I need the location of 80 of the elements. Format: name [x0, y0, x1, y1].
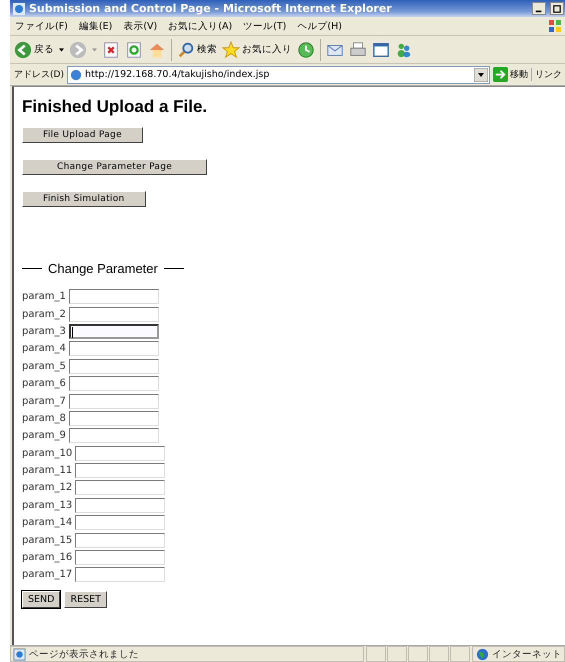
search-button[interactable]: 検索 [177, 40, 217, 58]
input-field[interactable] [68, 306, 159, 322]
field-label: param_10 [22, 448, 72, 459]
field-label: param_2 [22, 308, 66, 320]
dropdown-arrow-icon[interactable] [59, 48, 64, 52]
field-label: param_3 [22, 326, 66, 337]
refresh-icon[interactable] [125, 40, 143, 58]
stop-icon[interactable] [102, 40, 120, 58]
field-label: param_9 [22, 430, 66, 442]
messenger-icon[interactable] [395, 40, 413, 58]
status-panel [366, 646, 386, 662]
history-icon[interactable] [297, 40, 315, 58]
printer-icon[interactable] [349, 40, 367, 58]
browser-icon [12, 2, 26, 16]
input-field[interactable] [75, 463, 166, 478]
globe-icon [476, 648, 489, 660]
back-button[interactable]: 戻る [14, 40, 54, 58]
go-arrow-icon [493, 67, 508, 82]
input-field[interactable] [75, 532, 166, 548]
minimize-button[interactable] [532, 2, 546, 15]
window-title: Submission and Control Page - Microsoft Internet Explorer [29, 2, 392, 15]
nav-button[interactable]: File Upload Page [22, 127, 143, 143]
go-button[interactable]: 移動 [493, 67, 528, 82]
send-button[interactable]: SEND [22, 590, 60, 608]
field-label: param_5 [22, 360, 66, 372]
input-field[interactable] [68, 410, 159, 426]
menu-item[interactable]: 表示(V) [123, 20, 158, 32]
section-title: Change Parameter [48, 261, 158, 276]
menu-item[interactable]: 編集(E) [78, 20, 112, 32]
input-field[interactable] [68, 376, 159, 392]
field-label: param_4 [22, 343, 66, 354]
input-field[interactable] [75, 515, 166, 530]
menu-item[interactable]: お気に入り(A) [168, 20, 232, 32]
field-label: param_8 [22, 412, 66, 424]
menu-item[interactable]: ツール(T) [243, 20, 286, 32]
field-label: param_13 [22, 500, 72, 511]
input-field[interactable] [68, 358, 159, 374]
status-panel [450, 646, 470, 662]
page-icon [70, 68, 82, 80]
input-field[interactable] [68, 394, 159, 409]
input-field[interactable] [68, 428, 159, 444]
page-icon [13, 648, 26, 660]
page-heading: Finished Upload a File. [22, 97, 208, 117]
status-panel [387, 646, 407, 662]
input-field[interactable] [68, 289, 159, 304]
dropdown-arrow-icon[interactable] [474, 68, 488, 82]
maximize-icon [553, 4, 561, 12]
field-label: param_16 [22, 552, 72, 564]
input-field[interactable] [75, 446, 166, 461]
menu-item[interactable]: ヘルプ(H) [297, 20, 342, 32]
field-label: param_15 [22, 534, 72, 546]
field-label: param_17 [22, 569, 72, 580]
zone-label: インターネット [492, 648, 562, 660]
field-label: param_12 [22, 482, 72, 494]
input-field[interactable] [75, 550, 166, 566]
status-message: ページが表示されました [29, 648, 139, 660]
address-field[interactable]: http://192.168.70.4/takujisho/index.jsp [66, 66, 490, 84]
input-field[interactable] [68, 324, 159, 339]
input-field[interactable] [75, 498, 166, 513]
field-label: param_1 [22, 291, 66, 302]
field-label: param_14 [22, 517, 72, 528]
input-field[interactable] [75, 567, 166, 582]
links-label[interactable]: リンク [531, 68, 565, 81]
input-field[interactable] [68, 341, 159, 356]
favorites-button[interactable]: お気に入り [222, 40, 292, 58]
address-label: アドレス(D) [14, 69, 64, 81]
star-icon [222, 40, 240, 58]
nav-button[interactable]: Change Parameter Page [22, 159, 208, 175]
field-label: param_11 [22, 465, 72, 476]
status-panel [429, 646, 449, 662]
maximize-button[interactable] [550, 2, 564, 15]
field-label: param_6 [22, 378, 66, 390]
search-icon [177, 40, 195, 58]
field-label: param_7 [22, 396, 66, 407]
nav-button[interactable]: Finish Simulation [22, 191, 146, 207]
reset-button[interactable]: RESET [64, 590, 107, 608]
windows-logo-icon [547, 18, 563, 34]
menu-item[interactable]: ファイル(F) [15, 20, 68, 32]
status-panel [408, 646, 428, 662]
input-field[interactable] [75, 480, 166, 496]
